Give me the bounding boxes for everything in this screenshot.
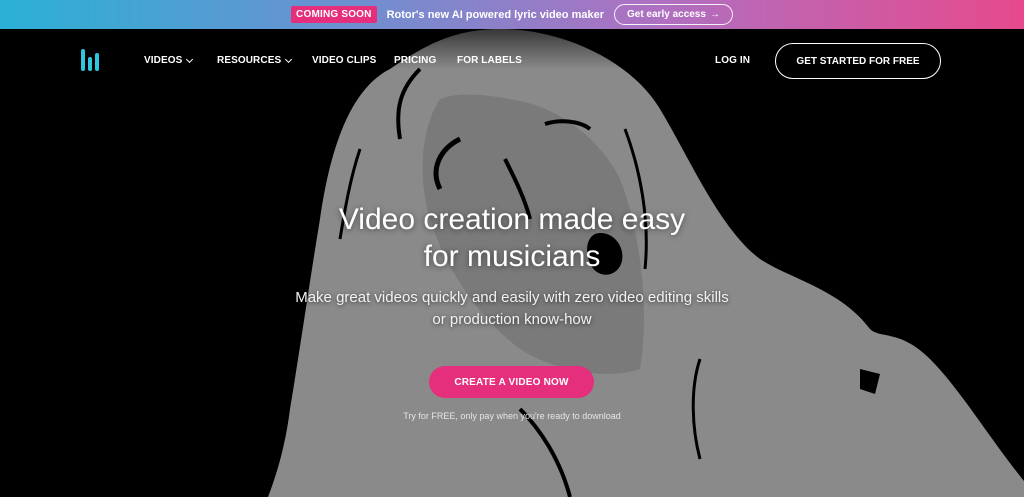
announcement-message: Rotor's new AI powered lyric video maker (386, 8, 604, 21)
chevron-down-icon (285, 55, 293, 63)
coming-soon-badge: COMING SOON (291, 6, 377, 23)
get-early-access-button[interactable]: Get early access → (613, 4, 733, 25)
subhead-line-1: Make great videos quickly and easily wit… (295, 289, 729, 306)
logo-bar (88, 57, 92, 71)
create-video-button[interactable]: CREATE A VIDEO NOW (429, 366, 594, 398)
free-trial-note: Try for FREE, only pay when you're ready… (403, 411, 621, 421)
nav-resources-label: RESOURCES (217, 55, 282, 66)
nav-pricing-label: PRICING (394, 55, 437, 66)
headline-line-2: for musicians (423, 240, 601, 273)
subhead-line-2: or production know-how (432, 311, 592, 328)
login-link[interactable]: LOG IN (715, 55, 750, 66)
chevron-down-icon (186, 55, 194, 63)
headline-line-1: Video creation made easy (338, 203, 686, 236)
nav-videos[interactable]: VIDEOS (144, 55, 194, 66)
main-nav: VIDEOS RESOURCES VIDEO CLIPS PRICING FOR… (0, 29, 1024, 93)
nav-for-labels-label: FOR LABELS (457, 55, 522, 66)
nav-video-clips-label: VIDEO CLIPS (312, 55, 377, 66)
nav-pricing[interactable]: PRICING (394, 55, 436, 66)
announcement-bar: COMING SOON Rotor's new AI powered lyric… (0, 0, 1024, 29)
get-started-button[interactable]: GET STARTED FOR FREE (775, 43, 941, 79)
logo-bar (81, 49, 85, 71)
logo-bar (95, 53, 99, 71)
nav-for-labels[interactable]: FOR LABELS (457, 55, 522, 66)
hero-subhead: Make great videos quickly and easily wit… (0, 287, 1024, 331)
arrow-right-icon: → (709, 9, 720, 20)
get-started-label: GET STARTED FOR FREE (796, 55, 920, 67)
login-label: LOG IN (715, 55, 751, 66)
create-video-label: CREATE A VIDEO NOW (454, 376, 569, 388)
nav-videos-label: VIDEOS (144, 55, 183, 66)
rotor-logo[interactable] (81, 49, 99, 71)
nav-video-clips[interactable]: VIDEO CLIPS (312, 55, 376, 66)
get-early-access-label: Get early access (626, 9, 706, 20)
nav-resources[interactable]: RESOURCES (217, 55, 293, 66)
hero-headline: Video creation made easy for musicians (0, 201, 1024, 275)
